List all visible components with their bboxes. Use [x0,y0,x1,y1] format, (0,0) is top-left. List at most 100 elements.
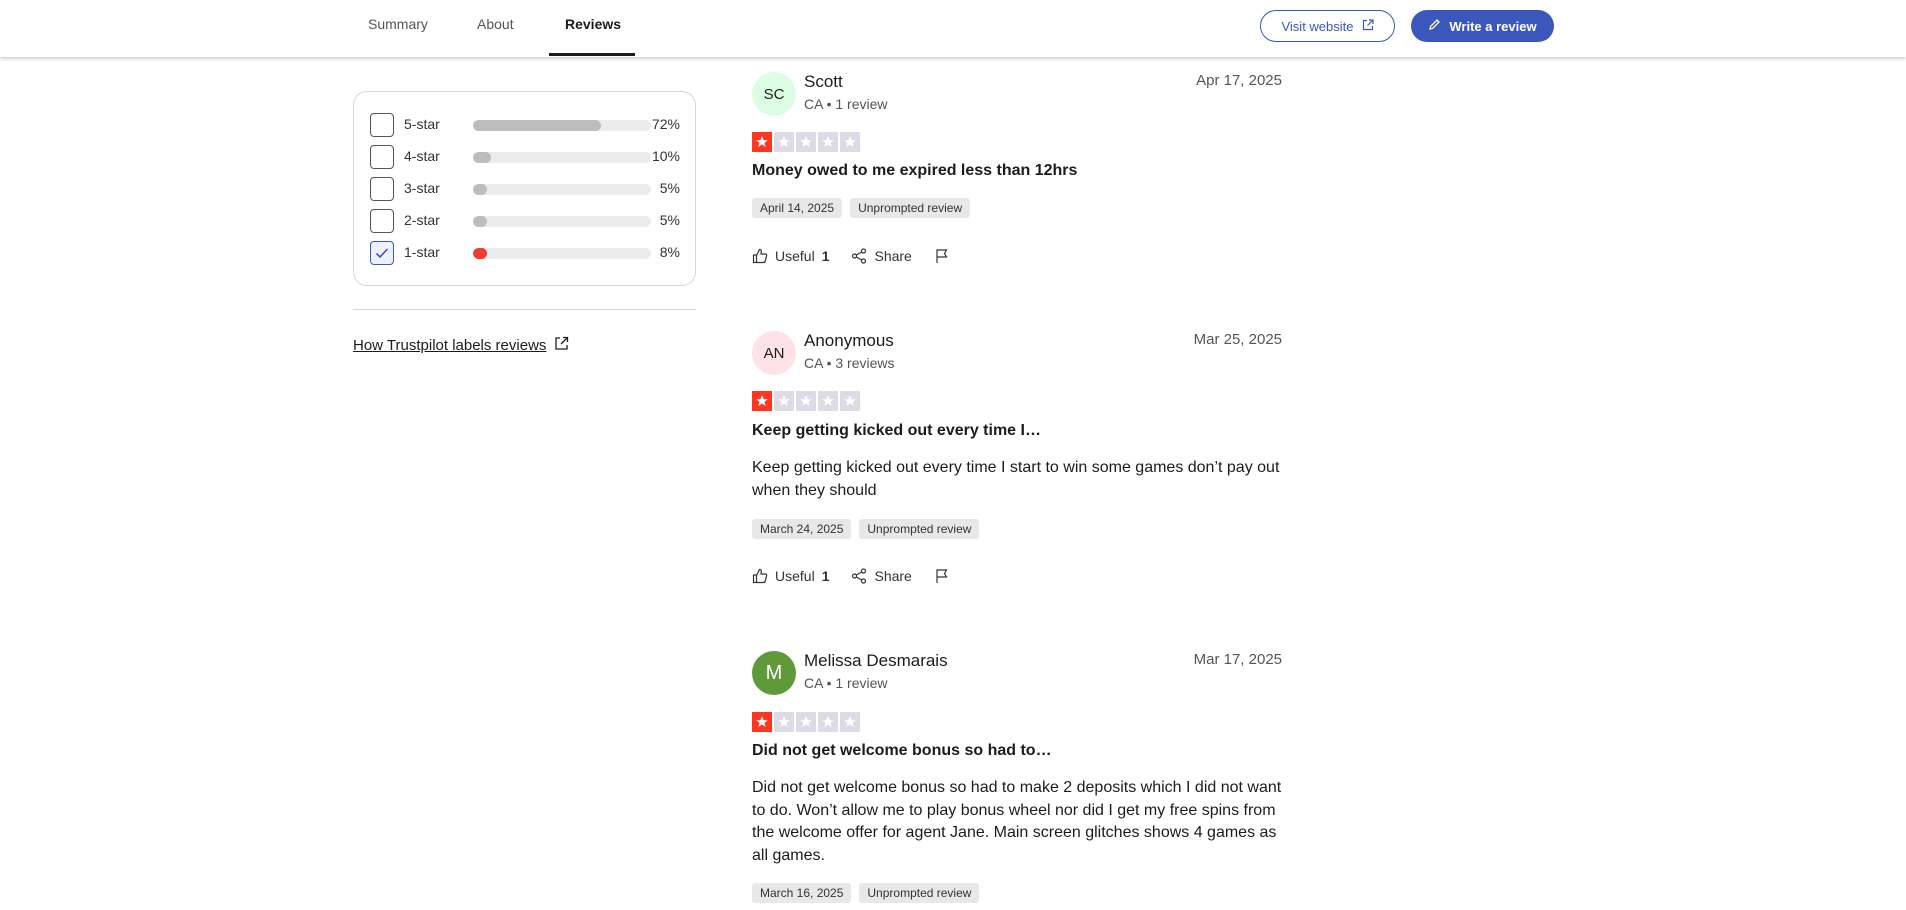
reviewer-meta: CA • 1 review [804,96,888,112]
experience-date-tag: April 14, 2025 [752,198,843,218]
filter-checkbox-3-star[interactable] [370,177,394,201]
filter-bar [473,120,651,131]
empty-star-icon [818,712,838,732]
filter-bar-fill [473,152,491,163]
filter-bar [473,248,651,259]
reviewer-name[interactable]: Anonymous [804,331,894,351]
reviewer-meta: CA • 1 review [804,675,888,691]
filter-percent: 8% [659,244,680,260]
report-button[interactable] [934,248,950,264]
empty-star-icon [840,712,860,732]
filter-bar [473,152,651,163]
filter-label: 5-star [404,116,440,132]
reviewer-name[interactable]: Scott [804,72,843,92]
tab-reviews[interactable]: Reviews [565,16,621,32]
filter-row-1-star[interactable]: 1-star 8% [370,240,680,266]
review-title[interactable]: Keep getting kicked out every time I… [752,422,1041,440]
experience-date-tag: March 16, 2025 [752,883,852,903]
thumbs-up-icon [752,568,768,584]
filled-star-icon [752,132,772,152]
star-rating [752,712,860,732]
empty-star-icon [818,132,838,152]
flag-icon [936,569,948,583]
filter-bar-fill [473,120,602,131]
share-label: Share [874,568,912,584]
review-actions: Useful 1 Share [752,568,950,584]
external-link-icon [1362,18,1374,34]
empty-star-icon [840,132,860,152]
empty-star-icon [774,391,794,411]
filter-label: 1-star [404,244,440,260]
useful-label: Useful [775,568,815,584]
filter-label: 2-star [404,212,440,228]
empty-star-icon [796,132,816,152]
empty-star-icon [840,391,860,411]
star-rating [752,391,860,411]
tab-summary[interactable]: Summary [368,16,428,32]
review-card: SC Scott CA • 1 review Apr 17, 2025 Mone… [752,72,1282,272]
empty-star-icon [796,391,816,411]
reviewer-meta: CA • 3 reviews [804,355,895,371]
external-link-icon [554,336,569,355]
filter-row-2-star[interactable]: 2-star 5% [370,208,680,234]
filter-checkbox-5-star[interactable] [370,113,394,137]
avatar: AN [752,331,796,375]
review-date: Mar 17, 2025 [1193,651,1282,668]
visit-website-label: Visit website [1281,18,1354,34]
how-trustpilot-labels-link[interactable]: How Trustpilot labels reviews [353,336,569,355]
unprompted-review-tag: Unprompted review [850,198,971,218]
filter-bar-fill [473,248,488,259]
review-title[interactable]: Did not get welcome bonus so had to… [752,742,1052,760]
review-card: AN Anonymous CA • 3 reviews Mar 25, 2025… [752,331,1282,591]
star-rating [752,132,860,152]
filter-percent: 10% [651,148,680,164]
filter-bar [473,216,651,227]
filter-checkbox-4-star[interactable] [370,145,394,169]
tab-about[interactable]: About [477,16,514,32]
useful-label: Useful [775,248,815,264]
empty-star-icon [818,391,838,411]
review-body: Did not get welcome bonus so had to make… [752,779,1282,864]
useful-button[interactable]: Useful 1 [752,248,829,264]
filter-row-5-star[interactable]: 5-star 72% [370,112,680,138]
write-review-button[interactable]: Write a review [1411,10,1554,42]
filter-percent: 5% [659,212,680,228]
review-tags: April 14, 2025 Unprompted review [752,198,971,218]
share-button[interactable]: Share [851,568,912,584]
filter-bar-fill [473,216,488,227]
how-link-label: How Trustpilot labels reviews [353,337,547,354]
useful-count: 1 [821,248,830,264]
review-actions: Useful 1 Share [752,248,950,264]
active-tab-indicator [549,53,635,56]
empty-star-icon [796,712,816,732]
flag-icon [936,249,948,263]
avatar: SC [752,72,796,116]
useful-count: 1 [821,568,830,584]
sidebar-divider [353,309,696,310]
filled-star-icon [752,391,772,411]
review-title[interactable]: Money owed to me expired less than 12hrs [752,162,1077,180]
filter-label: 3-star [404,180,440,196]
filter-checkbox-1-star[interactable] [370,241,394,265]
review-tags: March 16, 2025 Unprompted review [752,883,980,903]
unprompted-review-tag: Unprompted review [859,519,980,539]
checkmark-icon [375,248,389,259]
useful-button[interactable]: Useful 1 [752,568,829,584]
filter-checkbox-2-star[interactable] [370,209,394,233]
filter-row-4-star[interactable]: 4-star 10% [370,144,680,170]
filter-row-3-star[interactable]: 3-star 5% [370,176,680,202]
write-review-label: Write a review [1449,18,1537,34]
share-button[interactable]: Share [851,248,912,264]
share-icon [852,568,867,584]
share-icon [852,248,867,264]
unprompted-review-tag: Unprompted review [859,883,980,903]
share-label: Share [874,248,912,264]
reviewer-name[interactable]: Melissa Desmarais [804,651,948,671]
review-date: Apr 17, 2025 [1196,72,1282,89]
filled-star-icon [752,712,772,732]
report-button[interactable] [934,568,950,584]
review-date: Mar 25, 2025 [1193,331,1282,348]
empty-star-icon [774,712,794,732]
visit-website-button[interactable]: Visit website [1260,10,1395,42]
review-tags: March 24, 2025 Unprompted review [752,519,980,539]
